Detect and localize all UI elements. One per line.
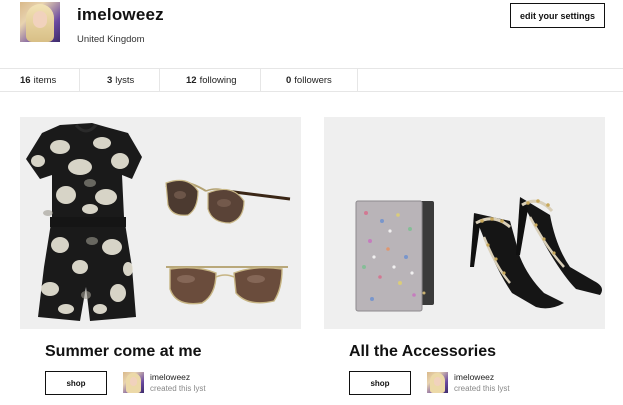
- stat-count: 3: [107, 74, 113, 86]
- profile-username[interactable]: imeloweez: [77, 5, 164, 25]
- lyst-image[interactable]: [20, 117, 301, 329]
- stat-label: followers: [294, 74, 332, 86]
- profile-location: United Kingdom: [77, 34, 145, 45]
- stat-count: 16: [20, 74, 31, 86]
- profile-header: imeloweez United Kingdom edit your setti…: [0, 0, 623, 66]
- shop-button[interactable]: shop: [45, 371, 107, 395]
- avatar[interactable]: [20, 2, 60, 42]
- profile-stats-bar: 16 items 3 lysts 12 following 0 follower…: [0, 68, 623, 92]
- lyst-title[interactable]: All the Accessories: [349, 343, 496, 361]
- stat-label: lysts: [115, 74, 135, 86]
- aviator-sunglasses-image: [166, 266, 288, 305]
- creator-avatar[interactable]: [427, 372, 448, 393]
- creator-note: created this lyst: [150, 384, 206, 393]
- stat-count: 12: [186, 74, 197, 86]
- lyst-card: Summer come at me shop imeloweez created…: [20, 117, 301, 395]
- lyst-image[interactable]: [324, 117, 605, 329]
- product-collage: [26, 123, 291, 321]
- creator-name[interactable]: imeloweez: [150, 372, 190, 382]
- creator-avatar[interactable]: [123, 372, 144, 393]
- stat-label: items: [33, 74, 57, 86]
- edit-settings-button[interactable]: edit your settings: [510, 3, 605, 28]
- aviator-sunglasses-image: [165, 179, 291, 224]
- product-collage: [355, 197, 602, 312]
- glitter-passport-image: [355, 200, 434, 312]
- lyst-title[interactable]: Summer come at me: [45, 343, 202, 361]
- lyst-card: All the Accessories shop imeloweez creat…: [324, 117, 605, 395]
- creator-note: created this lyst: [454, 384, 510, 393]
- tab-followers[interactable]: 0 followers: [261, 69, 358, 91]
- stat-label: following: [199, 74, 237, 86]
- stat-count: 0: [286, 74, 292, 86]
- tab-items[interactable]: 16 items: [0, 69, 80, 91]
- tab-lysts[interactable]: 3 lysts: [80, 69, 160, 91]
- creator-name[interactable]: imeloweez: [454, 372, 494, 382]
- shop-button[interactable]: shop: [349, 371, 411, 395]
- floral-playsuit-image: [26, 123, 142, 321]
- tab-following[interactable]: 12 following: [160, 69, 261, 91]
- studded-pumps-image: [470, 197, 602, 309]
